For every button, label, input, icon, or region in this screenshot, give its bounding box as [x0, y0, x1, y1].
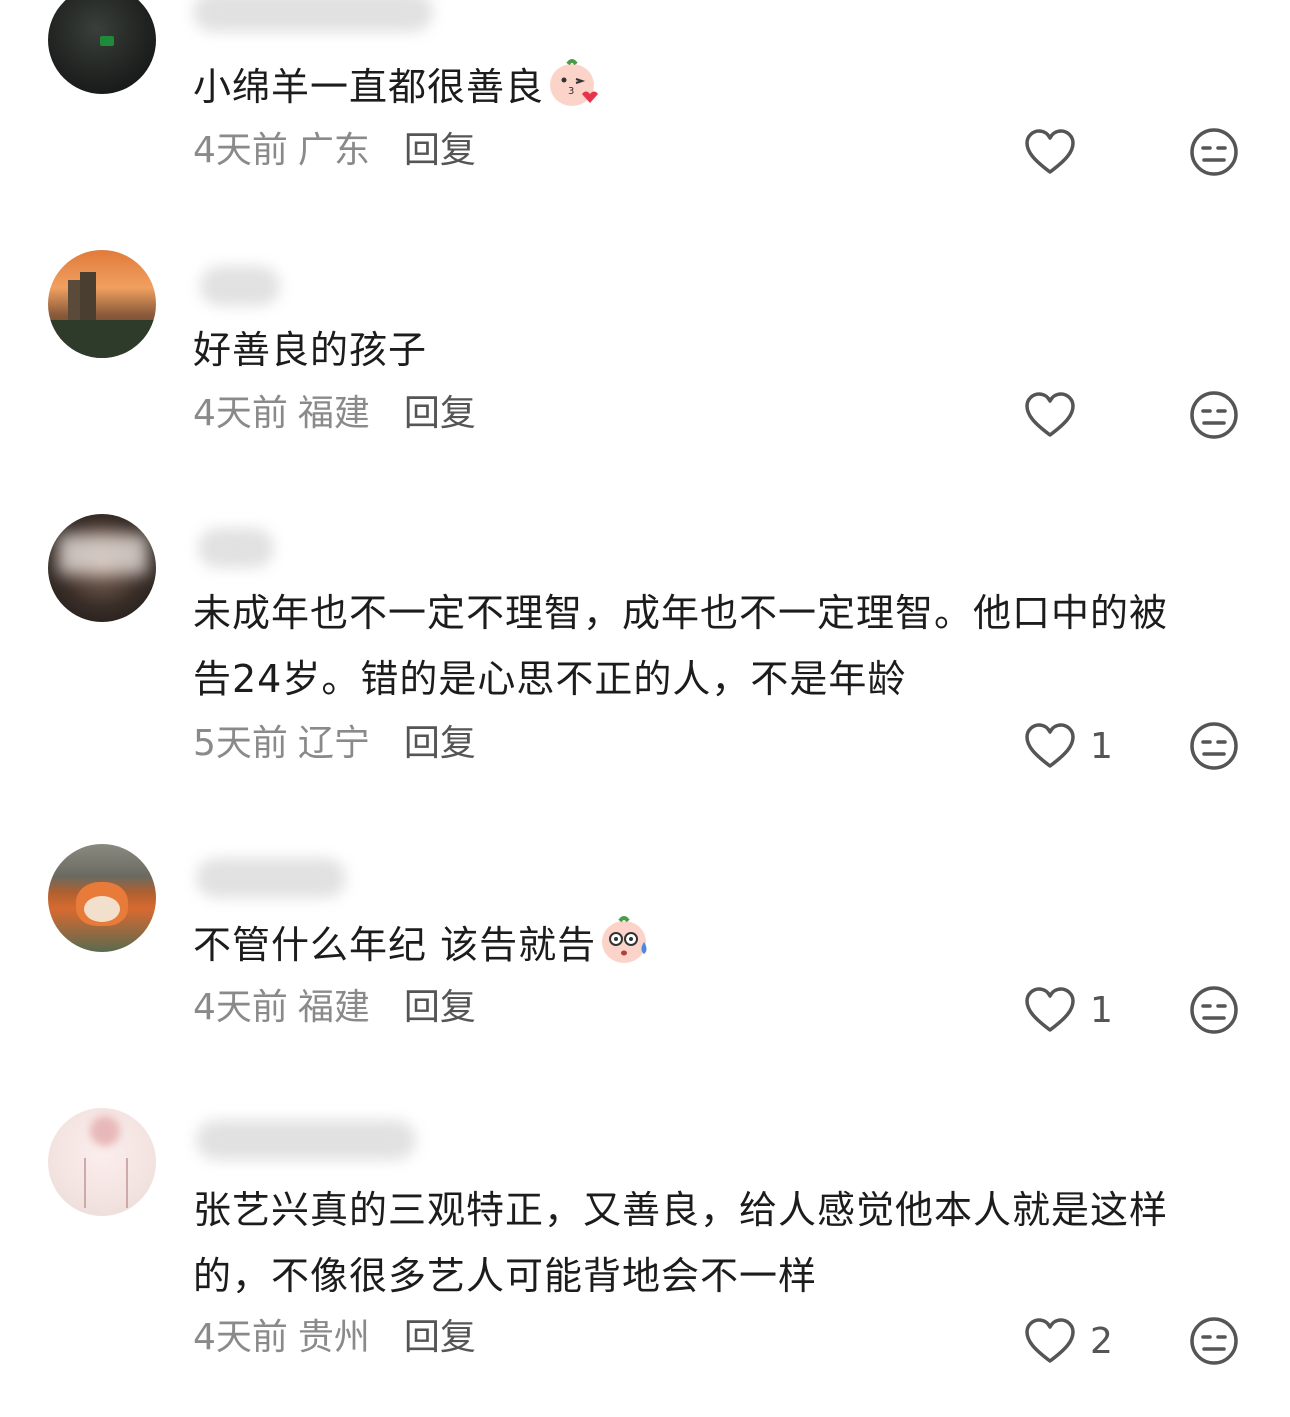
- like-button[interactable]: 1: [1024, 721, 1113, 771]
- comment-time: 4天前: [193, 987, 288, 1028]
- reply-button[interactable]: 回复: [404, 1317, 476, 1358]
- comment-text: 小绵羊一直都很善良 3: [193, 54, 1243, 128]
- reply-button[interactable]: 回复: [404, 723, 476, 764]
- comment-meta: 4天前 贵州 回复: [193, 1313, 476, 1363]
- dislike-button[interactable]: [1189, 985, 1239, 1035]
- comment-time: 4天前: [193, 130, 288, 171]
- avatar[interactable]: [48, 844, 156, 952]
- avatar[interactable]: [48, 250, 156, 358]
- avatar[interactable]: [48, 514, 156, 622]
- reply-button[interactable]: 回复: [404, 393, 476, 434]
- username-blurred: [196, 858, 346, 898]
- meh-face-icon: [1190, 1317, 1238, 1365]
- comment-text: 不管什么年纪 该告就告: [193, 912, 1243, 986]
- comment-location: 福建: [297, 987, 370, 1028]
- comment-location: 辽宁: [297, 723, 370, 764]
- reply-button[interactable]: 回复: [404, 987, 476, 1028]
- username-blurred: [196, 1120, 416, 1160]
- username-blurred: [200, 266, 280, 306]
- dislike-button[interactable]: [1189, 390, 1239, 440]
- comment-text: 好善良的孩子: [193, 328, 428, 372]
- dislike-button[interactable]: [1189, 721, 1239, 771]
- dislike-button[interactable]: [1189, 1316, 1239, 1366]
- comment-meta: 4天前 广东 回复: [193, 126, 476, 176]
- username-blurred: [193, 0, 433, 32]
- like-count: 1: [1090, 989, 1113, 1031]
- comment-location: 贵州: [297, 1317, 370, 1358]
- kiss-face-icon: 3: [546, 56, 599, 128]
- heart-icon: [1025, 723, 1075, 768]
- heart-icon: [1025, 392, 1075, 437]
- meh-face-icon: [1190, 128, 1238, 176]
- nervous-face-icon: [598, 912, 652, 986]
- heart-icon: [1025, 987, 1075, 1032]
- reply-button[interactable]: 回复: [404, 130, 476, 171]
- like-count: 2: [1090, 1320, 1113, 1362]
- comment-time: 4天前: [193, 1317, 288, 1358]
- avatar[interactable]: [48, 0, 156, 94]
- comment-meta: 4天前 福建 回复: [193, 983, 476, 1033]
- comment-location: 广东: [297, 130, 370, 171]
- username-blurred: [198, 528, 274, 568]
- comment-location: 福建: [297, 393, 370, 434]
- meh-face-icon: [1190, 722, 1238, 770]
- like-button[interactable]: 1: [1024, 985, 1113, 1035]
- comment-text: 张艺兴真的三观特正，又善良，给人感觉他本人就是这样 的，不像很多艺人可能背地会不…: [193, 1188, 1169, 1298]
- comment-time: 4天前: [193, 393, 288, 434]
- comment-meta: 4天前 福建 回复: [193, 389, 476, 439]
- like-button[interactable]: [1024, 127, 1090, 177]
- heart-icon: [1025, 1318, 1075, 1363]
- dislike-button[interactable]: [1189, 127, 1239, 177]
- svg-text:3: 3: [568, 86, 575, 97]
- avatar[interactable]: [48, 1108, 156, 1216]
- heart-icon: [1025, 129, 1075, 174]
- meh-face-icon: [1190, 391, 1238, 439]
- comment-meta: 5天前 辽宁 回复: [193, 719, 476, 769]
- meh-face-icon: [1190, 986, 1238, 1034]
- like-button[interactable]: 2: [1024, 1316, 1113, 1366]
- like-button[interactable]: [1024, 390, 1090, 440]
- comment-time: 5天前: [193, 723, 288, 764]
- comment-text: 未成年也不一定不理智，成年也不一定理智。他口中的被 告24岁。错的是心思不正的人…: [193, 591, 1169, 701]
- like-count: 1: [1090, 725, 1113, 767]
